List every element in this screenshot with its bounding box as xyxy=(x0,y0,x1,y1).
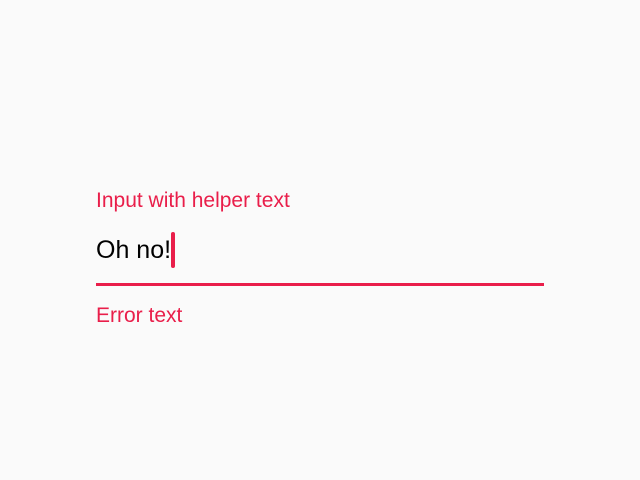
input-value[interactable]: Oh no! xyxy=(96,230,176,270)
input-value-text: Oh no! xyxy=(96,236,172,264)
helper-error-text: Error text xyxy=(96,304,183,327)
text-input[interactable]: Oh no! xyxy=(96,230,544,270)
text-caret xyxy=(171,232,176,268)
input-underline xyxy=(96,283,544,286)
field-label: Input with helper text xyxy=(96,189,290,212)
